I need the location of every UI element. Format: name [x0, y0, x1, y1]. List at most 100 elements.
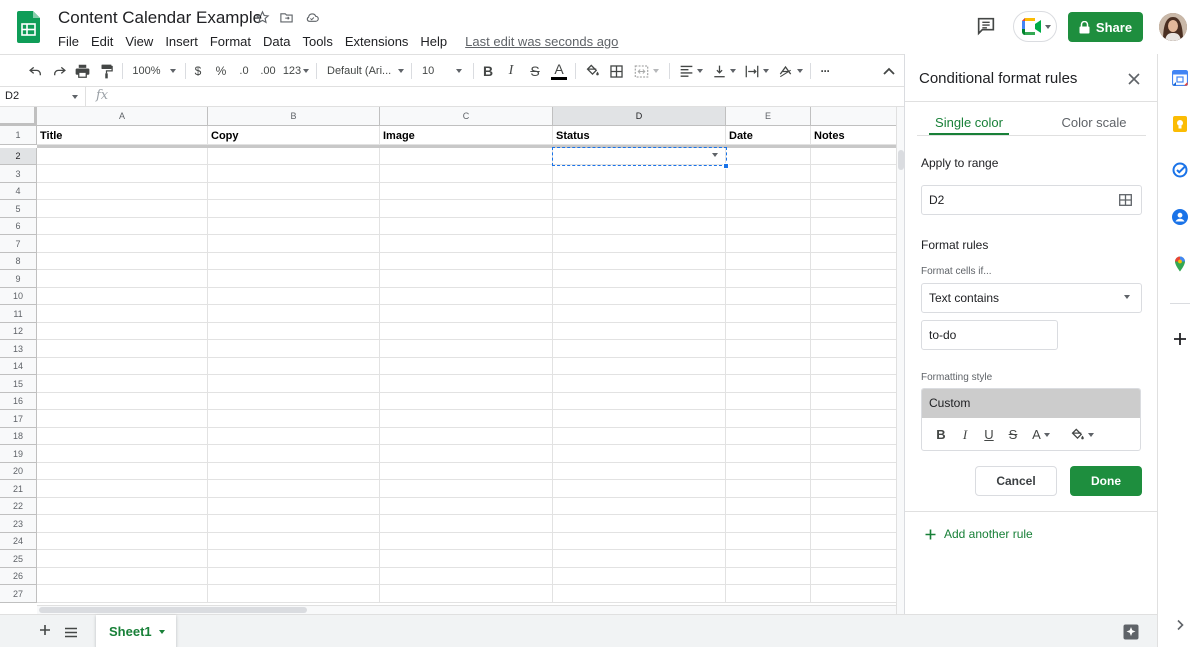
- grid-cell[interactable]: [726, 585, 811, 603]
- grid-cell[interactable]: [811, 288, 897, 305]
- grid-cell[interactable]: [37, 148, 208, 165]
- column-header[interactable]: E: [726, 107, 811, 126]
- grid-cell[interactable]: [811, 200, 897, 218]
- grid-cell[interactable]: [380, 463, 553, 480]
- row-header[interactable]: 9: [0, 270, 37, 288]
- grid-cell[interactable]: [726, 200, 811, 218]
- row-header[interactable]: 17: [0, 410, 37, 428]
- grid-cell[interactable]: [553, 498, 726, 515]
- bold-button[interactable]: B: [480, 55, 496, 87]
- grid-cell[interactable]: [380, 358, 553, 375]
- grid-cell[interactable]: [553, 358, 726, 375]
- grid-cell[interactable]: [208, 253, 380, 270]
- row-header[interactable]: 7: [0, 235, 37, 253]
- grid-cell[interactable]: [37, 375, 208, 393]
- column-header[interactable]: B: [208, 107, 380, 126]
- grid-cell[interactable]: [811, 148, 897, 165]
- paint-format-icon[interactable]: [97, 55, 115, 87]
- grid-cell[interactable]: [553, 445, 726, 463]
- grid-cell[interactable]: [553, 375, 726, 393]
- selected-cell-d2[interactable]: [552, 147, 727, 166]
- grid-cell[interactable]: [726, 358, 811, 375]
- grid-cell[interactable]: [37, 393, 208, 410]
- horizontal-scrollbar[interactable]: [37, 605, 896, 614]
- style-preset-select[interactable]: Custom: [922, 389, 1140, 418]
- grid-cell[interactable]: [726, 445, 811, 463]
- grid-cell[interactable]: [726, 533, 811, 550]
- horizontal-align-icon[interactable]: [677, 55, 705, 87]
- grid-cell[interactable]: [37, 585, 208, 603]
- grid-cell[interactable]: [553, 585, 726, 603]
- grid-cell[interactable]: [553, 235, 726, 253]
- grid-cell[interactable]: [37, 253, 208, 270]
- tab-color-scale[interactable]: Color scale: [1053, 115, 1135, 135]
- row-header[interactable]: 13: [0, 340, 37, 358]
- grid-cell[interactable]: [208, 183, 380, 200]
- grid-cell[interactable]: [726, 323, 811, 340]
- zoom-select[interactable]: 100%: [129, 55, 179, 87]
- font-size-select[interactable]: 10: [422, 55, 468, 87]
- menu-extensions[interactable]: Extensions: [345, 34, 409, 49]
- print-icon[interactable]: [73, 55, 91, 87]
- grid-cell[interactable]: [726, 340, 811, 358]
- meet-button[interactable]: [1013, 11, 1057, 42]
- grid-cell[interactable]: [726, 253, 811, 270]
- sheet-tab-sheet1[interactable]: Sheet1: [96, 615, 176, 647]
- grid-cell[interactable]: [37, 550, 208, 568]
- grid-cell[interactable]: [726, 183, 811, 200]
- grid-cell[interactable]: [811, 480, 897, 498]
- row-header[interactable]: 2: [0, 148, 37, 165]
- grid-cell[interactable]: [726, 463, 811, 480]
- grid-cell[interactable]: [811, 445, 897, 463]
- grid-cell[interactable]: [37, 288, 208, 305]
- row-header[interactable]: 18: [0, 428, 37, 445]
- grid-cell[interactable]: [208, 323, 380, 340]
- row-header[interactable]: 6: [0, 218, 37, 235]
- column-header[interactable]: D: [553, 107, 726, 126]
- grid-cell[interactable]: [208, 218, 380, 235]
- font-family-select[interactable]: Default (Ari...: [327, 55, 407, 87]
- grid-cell[interactable]: [380, 323, 553, 340]
- select-range-icon[interactable]: [1119, 193, 1132, 206]
- grid-cell[interactable]: [380, 480, 553, 498]
- row-header[interactable]: 15: [0, 375, 37, 393]
- grid-cell[interactable]: [208, 480, 380, 498]
- grid-cell[interactable]: [37, 270, 208, 288]
- grid-cell[interactable]: [208, 533, 380, 550]
- grid-cell[interactable]: [208, 463, 380, 480]
- row-header[interactable]: 16: [0, 393, 37, 410]
- last-edit-link[interactable]: Last edit was seconds ago: [465, 34, 618, 49]
- grid-cell[interactable]: [380, 533, 553, 550]
- grid-cell[interactable]: [380, 305, 553, 323]
- redo-icon[interactable]: [50, 55, 68, 87]
- grid-cell[interactable]: [380, 235, 553, 253]
- row-header[interactable]: 14: [0, 358, 37, 375]
- percent-button[interactable]: %: [214, 55, 228, 87]
- grid-cell[interactable]: [553, 428, 726, 445]
- grid-cell[interactable]: [811, 358, 897, 375]
- grid-cell[interactable]: [726, 515, 811, 533]
- grid-cell[interactable]: [553, 533, 726, 550]
- keep-icon[interactable]: [1172, 116, 1188, 132]
- condition-select[interactable]: Text contains: [921, 283, 1142, 313]
- grid-cell[interactable]: [811, 253, 897, 270]
- grid-cell[interactable]: [208, 340, 380, 358]
- grid-cell[interactable]: [208, 375, 380, 393]
- row-header[interactable]: 24: [0, 533, 37, 550]
- grid-cell[interactable]: [726, 410, 811, 428]
- row-header[interactable]: 1: [0, 126, 37, 145]
- grid-cell[interactable]: [553, 288, 726, 305]
- grid-cell[interactable]: [553, 165, 726, 183]
- cancel-button[interactable]: Cancel: [975, 466, 1057, 496]
- formula-input[interactable]: [120, 87, 900, 106]
- grid-cell[interactable]: [726, 288, 811, 305]
- grid-cell[interactable]: [726, 550, 811, 568]
- menu-format[interactable]: Format: [210, 34, 251, 49]
- row-header[interactable]: 25: [0, 550, 37, 568]
- star-icon[interactable]: [255, 10, 271, 26]
- grid-cell[interactable]: [726, 568, 811, 585]
- grid-cell[interactable]: [726, 375, 811, 393]
- grid-cell[interactable]: [37, 183, 208, 200]
- grid-cell[interactable]: [811, 515, 897, 533]
- italic-button[interactable]: I: [503, 55, 519, 87]
